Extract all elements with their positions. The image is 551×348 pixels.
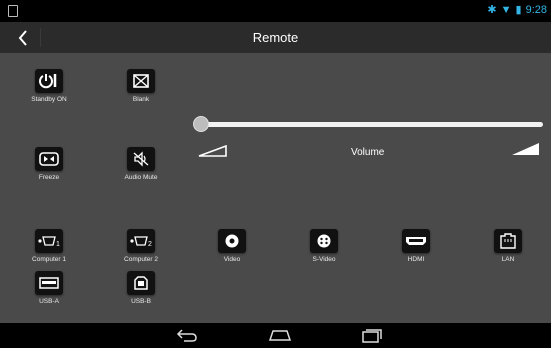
usb-a-icon <box>39 277 59 289</box>
mute-icon <box>133 151 149 167</box>
nav-back-icon <box>176 329 197 342</box>
nav-home-button[interactable] <box>268 327 292 348</box>
hdmi-button[interactable] <box>402 229 430 253</box>
computer1-button[interactable]: 1 <box>35 229 63 253</box>
title-bar: Remote <box>0 22 551 53</box>
svideo-tile: S-Video <box>293 229 355 263</box>
battery-icon: ▮ <box>515 4 522 16</box>
nav-back-button[interactable] <box>176 327 198 348</box>
lan-icon <box>500 233 516 249</box>
usbb-tile: USB-B <box>110 271 172 305</box>
video-button[interactable] <box>218 229 246 253</box>
blank-icon <box>133 74 149 88</box>
status-time: 9:28 <box>525 4 547 16</box>
freeze-button[interactable] <box>35 147 63 171</box>
svideo-icon <box>317 234 331 248</box>
computer1-tile: 1 Computer 1 <box>18 229 80 263</box>
svg-text:1: 1 <box>56 241 60 247</box>
audio-mute-tile: Audio Mute <box>110 147 172 181</box>
computer2-tile: 2 Computer 2 <box>110 229 172 263</box>
status-icons: ✱ ▼ ▮ 9:28 <box>487 3 547 17</box>
freeze-label: Freeze <box>38 174 60 181</box>
usb-b-icon <box>134 276 148 290</box>
volume-slider-track[interactable] <box>200 122 543 127</box>
audio-mute-button[interactable] <box>127 147 155 171</box>
remote-panel: Standby ON Blank Freeze Audio Mute Volum… <box>0 53 551 323</box>
computer1-label: Computer 1 <box>32 256 66 263</box>
nav-recent-icon <box>362 329 382 343</box>
svideo-label: S-Video <box>312 256 336 263</box>
svg-text:2: 2 <box>148 241 152 247</box>
nav-recent-button[interactable] <box>361 327 383 348</box>
svideo-button[interactable] <box>310 229 338 253</box>
notification-icon <box>8 5 18 17</box>
standby-label: Standby ON <box>31 96 67 103</box>
volume-label: Volume <box>351 147 385 158</box>
bluetooth-icon: ✱ <box>487 4 497 16</box>
standby-tile: Standby ON <box>18 69 80 103</box>
usba-tile: USB-A <box>18 271 80 305</box>
computer2-label: Computer 2 <box>124 256 158 263</box>
status-bar: ✱ ▼ ▮ 9:28 <box>0 0 551 22</box>
standby-button[interactable] <box>35 69 63 93</box>
system-nav-bar <box>0 323 551 346</box>
blank-tile: Blank <box>110 69 172 103</box>
video-label: Video <box>223 256 241 263</box>
lan-tile: LAN <box>477 229 539 263</box>
volume-low-icon <box>198 144 228 162</box>
vga-icon: 2 <box>130 236 152 247</box>
video-tile: Video <box>201 229 263 263</box>
nav-home-icon <box>268 330 292 341</box>
volume-slider-thumb[interactable] <box>193 116 209 132</box>
blank-button[interactable] <box>127 69 155 93</box>
lan-label: LAN <box>501 256 515 263</box>
power-icon <box>39 74 57 89</box>
wifi-icon: ▼ <box>500 4 512 16</box>
volume-high-icon <box>511 142 541 161</box>
freeze-tile: Freeze <box>18 147 80 181</box>
computer2-button[interactable]: 2 <box>127 229 155 253</box>
usbb-button[interactable] <box>127 271 155 295</box>
hdmi-label: HDMI <box>407 256 425 263</box>
usbb-label: USB-B <box>131 298 151 305</box>
page-title: Remote <box>252 30 299 45</box>
vga-icon: 1 <box>38 236 60 247</box>
usba-button[interactable] <box>35 271 63 295</box>
hdmi-icon <box>406 237 426 245</box>
hdmi-tile: HDMI <box>385 229 447 263</box>
audio-mute-label: Audio Mute <box>124 174 158 181</box>
lan-button[interactable] <box>494 229 522 253</box>
usba-label: USB-A <box>39 298 59 305</box>
freeze-icon <box>39 152 59 166</box>
blank-label: Blank <box>132 96 150 103</box>
video-icon <box>225 234 239 248</box>
